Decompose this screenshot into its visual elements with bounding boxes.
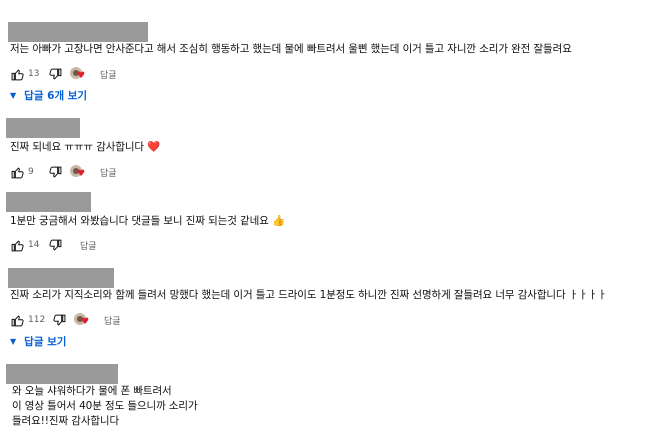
creator-heart-icon: ♥ bbox=[70, 67, 86, 81]
view-replies-button[interactable]: ▼ 답글 6개 보기 bbox=[10, 88, 87, 103]
comment-text-line: 이 영상 틀어서 40분 정도 들으니까 소리가 bbox=[12, 400, 198, 412]
thumbs-up-icon[interactable] bbox=[10, 238, 24, 252]
reply-button[interactable]: 답글 bbox=[104, 314, 121, 327]
view-replies-button[interactable]: ▼ 답글 보기 bbox=[10, 334, 66, 349]
comment-actions: 112 ♥ 답글 bbox=[10, 312, 121, 328]
comment-text: 저는 아빠가 고장나면 안사준다고 해서 조심히 행동하고 했는데 물에 빠트려… bbox=[10, 43, 572, 55]
comment-text: 진짜 소리가 지직소리와 함께 들려서 망했다 했는데 이거 틀고 드라이도 1… bbox=[10, 289, 607, 301]
thumbs-down-icon[interactable] bbox=[52, 313, 66, 327]
reply-button[interactable]: 답글 bbox=[100, 166, 117, 179]
comment-actions: 13 ♥ 답글 bbox=[10, 66, 117, 82]
like-count: 112 bbox=[28, 315, 46, 325]
like-count: 9 bbox=[28, 167, 34, 177]
creator-heart-icon: ♥ bbox=[70, 165, 86, 179]
author-name-redacted[interactable] bbox=[8, 22, 148, 42]
comment-text: 진짜 되네요 ㅠㅠㅠ 감사합니다 ❤️ bbox=[10, 140, 160, 155]
author-name-redacted[interactable] bbox=[6, 364, 118, 384]
comment-text-body: 1분만 궁금해서 와봤습니다 댓글들 보니 진짜 되는것 같네요 bbox=[10, 215, 269, 227]
comment-actions: 14 답글 bbox=[10, 237, 97, 253]
comment-text-body: 진짜 되네요 ㅠㅠㅠ 감사합니다 bbox=[10, 141, 144, 153]
thumbs-down-icon[interactable] bbox=[48, 238, 62, 252]
comment-text: 1분만 궁금해서 와봤습니다 댓글들 보니 진짜 되는것 같네요 👍 bbox=[10, 214, 285, 229]
like-count: 14 bbox=[28, 240, 40, 250]
comment-actions: 9 ♥ 답글 bbox=[10, 164, 117, 180]
comment-text-line: 와 오늘 샤워하다가 물에 폰 빠트려서 bbox=[12, 385, 172, 397]
author-name-redacted[interactable] bbox=[6, 118, 80, 138]
heart-emoji: ❤️ bbox=[147, 141, 161, 153]
caret-down-icon: ▼ bbox=[10, 91, 17, 100]
thumbs-down-icon[interactable] bbox=[48, 67, 62, 81]
like-count: 13 bbox=[28, 69, 40, 79]
comment-text: 와 오늘 샤워하다가 물에 폰 빠트려서 이 영상 틀어서 40분 정도 들으니… bbox=[12, 384, 198, 429]
comment-text-line: 들려요!!진짜 감사합니다 bbox=[12, 415, 120, 427]
caret-down-icon: ▼ bbox=[10, 337, 17, 346]
view-replies-label: 답글 6개 보기 bbox=[24, 90, 88, 102]
reply-button[interactable]: 답글 bbox=[80, 239, 97, 252]
thumbs-up-icon[interactable] bbox=[10, 165, 24, 179]
thumbs-up-icon[interactable] bbox=[10, 67, 24, 81]
thumbs-up-icon[interactable] bbox=[10, 313, 24, 327]
author-name-redacted[interactable] bbox=[6, 192, 91, 212]
reply-button[interactable]: 답글 bbox=[100, 68, 117, 81]
author-name-redacted[interactable] bbox=[8, 268, 114, 288]
thumbs-down-icon[interactable] bbox=[48, 165, 62, 179]
view-replies-label: 답글 보기 bbox=[24, 336, 67, 348]
thumbs-up-emoji: 👍 bbox=[271, 215, 285, 227]
creator-heart-icon: ♥ bbox=[74, 313, 90, 327]
